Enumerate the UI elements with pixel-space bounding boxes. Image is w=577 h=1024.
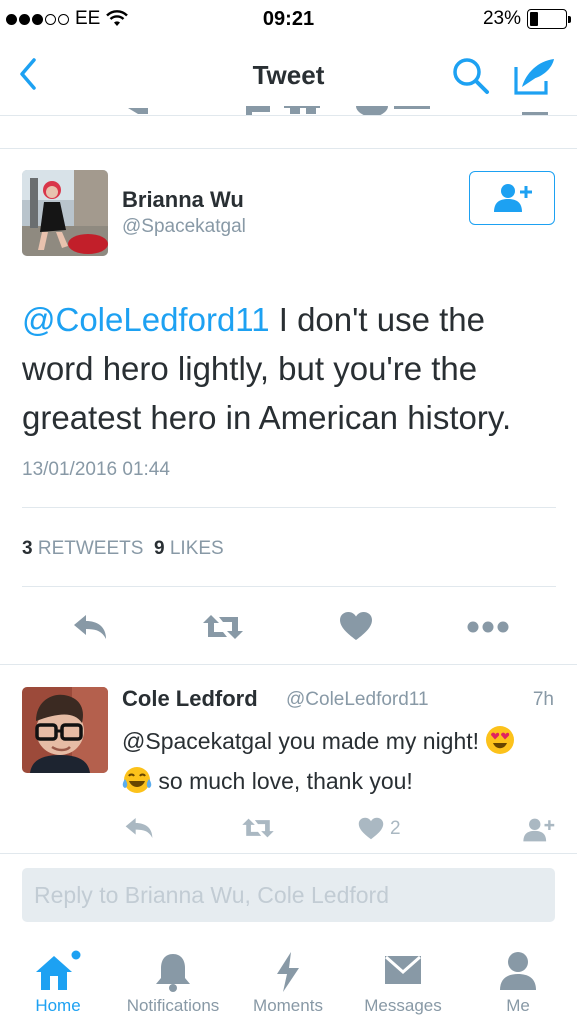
envelope-icon (385, 955, 421, 984)
tweet-text: @ColeLedford11 I don't use the word hero… (22, 295, 562, 442)
reply-text-part1: @Spacekatgal you made my night! (122, 728, 486, 754)
reply-like-count: 2 (390, 817, 401, 839)
status-right: 23% (482, 8, 571, 30)
reply-time: 7h (532, 689, 554, 710)
reply-like-button[interactable]: 2 (358, 817, 401, 840)
back-chevron-icon[interactable] (14, 56, 44, 92)
tab-notifications[interactable]: Notifications (116, 940, 230, 1024)
tab-moments[interactable]: Moments (238, 940, 338, 1024)
tab-messages[interactable]: Messages (354, 940, 452, 1024)
mention-link[interactable]: @ColeLedford11 (22, 301, 270, 338)
reply-author-name[interactable]: Cole Ledford (122, 686, 258, 712)
likes-stat[interactable]: 9 LIKES (154, 538, 224, 559)
heart-icon (358, 817, 384, 840)
retweets-label: RETWEETS (37, 538, 144, 559)
reply-author-handle[interactable]: @ColeLedford11 (286, 689, 429, 711)
like-button[interactable] (334, 605, 378, 647)
battery-icon (527, 9, 571, 29)
heart-eyes-emoji-icon (486, 726, 515, 754)
retweets-stat[interactable]: 3 RETWEETS (22, 538, 143, 559)
tab-label: Messages (364, 996, 442, 1015)
retweet-icon (203, 615, 243, 639)
tab-label: Moments (253, 996, 323, 1015)
reply-retweet-button[interactable] (240, 817, 276, 839)
more-button[interactable] (463, 609, 513, 645)
divider (22, 507, 556, 508)
reply-icon (125, 818, 153, 838)
home-icon (36, 950, 81, 990)
status-bar: EE 09:21 23% (0, 0, 577, 38)
tab-label: Notifications (126, 996, 220, 1015)
reply-follow-button[interactable] (520, 817, 556, 843)
heart-icon (340, 612, 372, 640)
likes-label: LIKES (169, 538, 224, 559)
author-avatar[interactable] (22, 170, 108, 256)
lightning-icon (277, 952, 299, 992)
tab-label: Me (506, 996, 530, 1015)
add-user-icon (494, 184, 532, 212)
search-icon[interactable] (450, 55, 492, 97)
reply-button[interactable] (68, 607, 112, 647)
bell-icon (156, 954, 190, 992)
reply-icon (74, 615, 106, 639)
tweet-timestamp: 13/01/2016 01:44 (22, 459, 170, 480)
reply-text-part2: so much love, thank you! (152, 768, 413, 794)
reply-text: @Spacekatgal you made my night! so much … (122, 721, 562, 801)
reply-reply-button[interactable] (124, 817, 154, 839)
tab-me[interactable]: Me (478, 940, 558, 1024)
author-name[interactable]: Brianna Wu (122, 187, 244, 213)
person-icon (500, 952, 536, 990)
divider (22, 586, 556, 587)
retweets-count: 3 (22, 538, 33, 559)
tears-of-joy-emoji-icon (122, 767, 152, 793)
tweet-stats: 3 RETWEETS 9 LIKES (22, 538, 224, 560)
likes-count: 9 (153, 538, 165, 559)
retweet-button[interactable] (198, 607, 248, 647)
main-tweet: Brianna Wu @Spacekatgal @ColeLedford11 I… (0, 148, 577, 640)
more-dots-icon (467, 621, 509, 633)
follow-button[interactable] (469, 171, 555, 225)
add-user-icon (523, 818, 555, 842)
reply-author-avatar[interactable] (22, 687, 108, 773)
author-handle[interactable]: @Spacekatgal (122, 216, 246, 238)
compose-tweet-icon[interactable] (512, 55, 558, 97)
retweet-icon (242, 818, 274, 838)
tab-home[interactable]: Home (8, 940, 108, 1024)
nav-bar: Tweet (0, 38, 577, 116)
reply-input[interactable]: Reply to Brianna Wu, Cole Ledford (22, 868, 555, 922)
tab-bar: Home Notifications Moments Messages Me (0, 940, 577, 1024)
previous-tweet-actions (128, 106, 548, 115)
battery-percent: 23% (482, 8, 521, 29)
reply-tweet[interactable]: Cole Ledford @ColeLedford11 7h @Spacekat… (0, 664, 577, 854)
tab-label: Home (35, 996, 81, 1015)
